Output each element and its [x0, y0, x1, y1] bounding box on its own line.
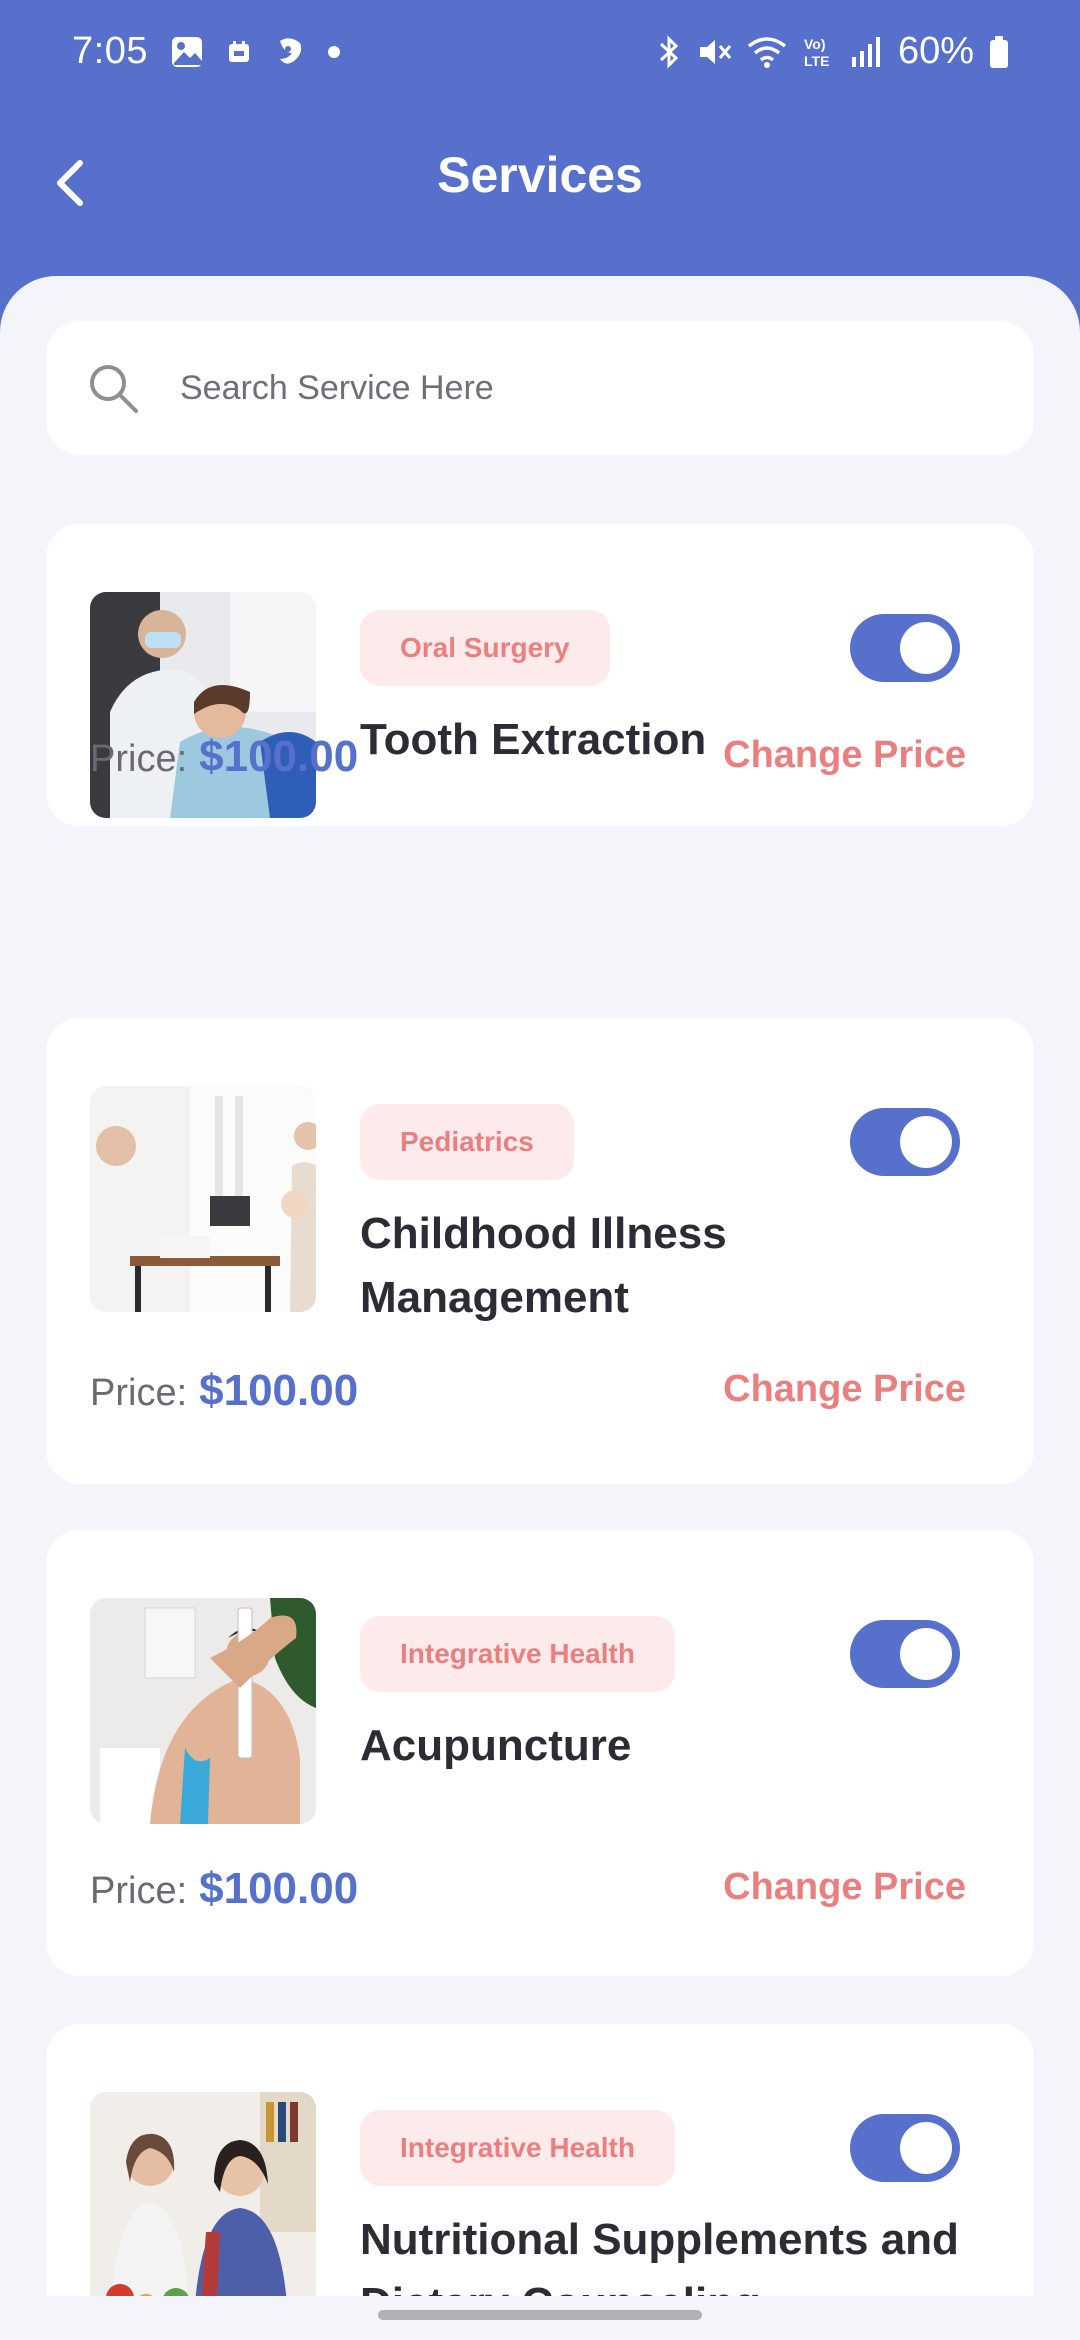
change-price-button[interactable]: Change Price — [723, 1368, 966, 1411]
price-row: Price: $100.00 — [90, 1366, 358, 1416]
price-label: Price: — [90, 1372, 188, 1414]
toggle-knob — [900, 622, 952, 674]
service-image — [90, 592, 316, 818]
change-price-button[interactable]: Change Price — [723, 734, 966, 777]
category-tag: Integrative Health — [360, 2110, 675, 2186]
mute-icon — [696, 34, 732, 70]
price-value: $100.00 — [199, 1366, 359, 1415]
calendar-icon — [226, 39, 252, 65]
wifi-icon — [746, 34, 788, 70]
toggle-knob — [900, 1116, 952, 1168]
category-tag: Pediatrics — [360, 1104, 574, 1180]
notification-dot-icon — [327, 45, 340, 58]
service-card[interactable]: Integrative Health Acupuncture Price: $1… — [46, 1530, 1034, 1976]
price-row: Price: $100.00 — [90, 1864, 358, 1914]
service-name: Childhood Illness Management — [360, 1209, 727, 1322]
svg-text:Vo): Vo) — [804, 36, 826, 52]
search-bar[interactable] — [46, 321, 1034, 455]
service-card[interactable]: Integrative Health Nutritional Supplemen… — [46, 2024, 1034, 2340]
status-time: 7:05 — [72, 30, 148, 72]
search-input[interactable] — [180, 321, 1000, 455]
service-card[interactable]: Oral Surgery Tooth Extraction Price: $10… — [46, 524, 1034, 826]
battery-icon — [988, 34, 1010, 70]
battery-percent: 60% — [897, 30, 974, 72]
status-bar-left: 7:05 — [72, 30, 340, 73]
search-icon — [86, 361, 142, 417]
change-price-button[interactable]: Change Price — [723, 1866, 966, 1909]
toggle-knob — [900, 2122, 952, 2174]
status-bar: 7:05 Vo) LTE 60% — [0, 0, 1080, 104]
signal-icon — [850, 35, 884, 69]
category-tag: Oral Surgery — [360, 610, 610, 686]
page-title: Services — [437, 147, 643, 203]
app-header: Services — [0, 104, 1080, 276]
gallery-icon — [170, 35, 204, 69]
svg-text:LTE: LTE — [804, 53, 829, 69]
home-indicator[interactable] — [378, 2310, 702, 2320]
toggle-knob — [900, 1628, 952, 1680]
service-toggle[interactable] — [850, 2114, 960, 2182]
volte-icon: Vo) LTE — [802, 34, 836, 70]
bluetooth-icon — [656, 34, 682, 70]
price-label: Price: — [90, 1870, 188, 1912]
service-image — [90, 1598, 316, 1824]
service-toggle[interactable] — [850, 1620, 960, 1688]
price-row: Price: $100.00 — [90, 732, 358, 782]
service-toggle[interactable] — [850, 614, 960, 682]
price-label: Price: — [90, 738, 188, 780]
service-image — [90, 1086, 316, 1312]
service-name: Acupuncture — [360, 1721, 632, 1770]
app-icon — [274, 35, 306, 69]
status-bar-right: Vo) LTE 60% — [656, 30, 1010, 73]
content-sheet: Oral Surgery Tooth Extraction Price: $10… — [0, 276, 1080, 2340]
price-value: $100.00 — [199, 1864, 359, 1913]
service-toggle[interactable] — [850, 1108, 960, 1176]
category-tag: Integrative Health — [360, 1616, 675, 1692]
service-image — [90, 2092, 316, 2318]
service-card[interactable]: Pediatrics Childhood Illness Management … — [46, 1018, 1034, 1484]
price-value: $100.00 — [199, 732, 359, 781]
